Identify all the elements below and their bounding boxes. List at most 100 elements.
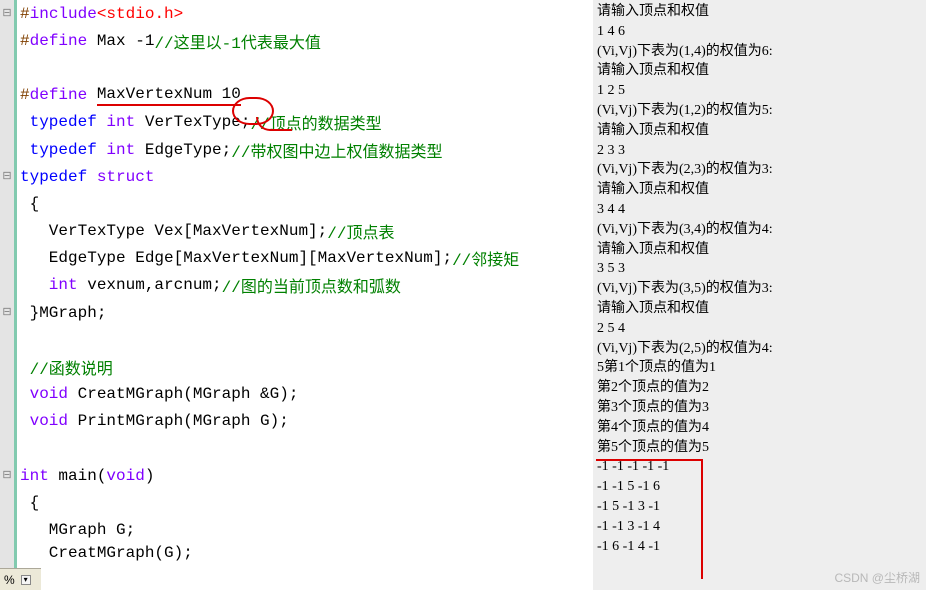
code-line[interactable]: typedef struct [16,163,593,190]
code-text: VerTexType; [135,113,250,131]
output-line: 3 4 4 [597,200,922,220]
code-line[interactable]: { [16,489,593,516]
code-line[interactable]: CreatMGraph(G); [16,544,593,562]
type: void [20,385,68,403]
output-line: 请输入顶点和权值 [597,2,922,22]
code-text: vexnum,arcnum; [78,276,222,294]
dropdown-icon[interactable]: ▾ [21,575,31,585]
code-line[interactable]: VerTexType Vex[MaxVertexNum];//顶点表 [16,218,593,245]
output-line: -1 -1 3 -1 4 [597,517,922,537]
output-line: 第4个顶点的值为4 [597,418,922,438]
code-line[interactable]: typedef int VerTexType;//顶点的数据类型 [16,109,593,136]
output-line: 第2个顶点的值为2 [597,378,922,398]
output-line: 请输入顶点和权值 [597,299,922,319]
status-percent: % [4,573,15,587]
code-text: CreatMGraph(MGraph &G); [68,385,298,403]
type: int [20,276,78,294]
output-line: 1 4 6 [597,22,922,42]
include-kw: include [30,5,97,23]
output-line: 2 3 3 [597,141,922,161]
keyword: typedef [20,141,106,159]
type: struct [97,168,155,186]
output-line: 第3个顶点的值为3 [597,398,922,418]
comment: //这里以-1代表最大值 [154,29,320,53]
code-line[interactable]: typedef int EdgeType;//带权图中边上权值数据类型 [16,136,593,163]
comment: //邻接矩 [452,246,519,270]
console-output-pane[interactable]: 请输入顶点和权值 1 4 6 (Vi,Vj)下表为(1,4)的权值为6: 请输入… [593,0,926,590]
output-line: -1 -1 5 -1 6 [597,477,922,497]
code-text: ) [145,467,155,485]
code-text: EdgeType; [135,141,231,159]
code-body[interactable]: #include<stdio.h> #define Max -1//这里以-1代… [14,0,593,590]
code-text: MGraph G; [20,521,135,539]
type: int [106,113,135,131]
fold-toggle[interactable]: ⊟ [0,163,14,190]
fold-bar [14,0,17,590]
output-line: 请输入顶点和权值 [597,121,922,141]
fold-toggle[interactable]: ⊟ [0,299,14,326]
type: void [106,467,144,485]
code-text: PrintMGraph(MGraph G); [68,412,289,430]
keyword: typedef [20,113,106,131]
output-line: (Vi,Vj)下表为(2,3)的权值为3: [597,160,922,180]
code-text-underlined: MaxVertexNum 10 [97,85,241,106]
comment: //图的当前顶点数和弧数 [222,273,401,297]
comment: //顶点表 [327,219,394,243]
code-line[interactable]: #define MaxVertexNum 10 [16,82,593,109]
watermark: CSDN @尘桥湖 [834,569,920,586]
code-line[interactable]: void CreatMGraph(MGraph &G); [16,381,593,408]
keyword: typedef [20,168,97,186]
code-line[interactable]: //函数说明 [16,353,593,380]
output-line: -1 6 -1 4 -1 [597,537,922,557]
fold-toggle[interactable]: ⊟ [0,462,14,489]
output-line: (Vi,Vj)下表为(1,2)的权值为5: [597,101,922,121]
output-line: 2 5 4 [597,319,922,339]
type: void [20,412,68,430]
code-text: { [20,494,39,512]
define-kw: define [30,32,88,50]
output-line: 3 5 3 [597,259,922,279]
type: int [106,141,135,159]
output-line: 1 2 5 [597,81,922,101]
code-text: VerTexType Vex[MaxVertexNum]; [20,222,327,240]
fold-gutter[interactable]: ⊟ ⊟ ⊟ ⊟ [0,0,14,590]
code-line[interactable]: #include<stdio.h> [16,0,593,27]
code-text: Max -1 [87,32,154,50]
type: int [20,467,49,485]
fold-toggle[interactable]: ⊟ [0,0,14,27]
annotation-matrix-border-right [701,459,703,579]
output-line: (Vi,Vj)下表为(1,4)的权值为6: [597,42,922,62]
code-text: }MGraph; [20,304,106,322]
output-line: 5第1个顶点的值为1 [597,358,922,378]
code-line[interactable]: #define Max -1//这里以-1代表最大值 [16,27,593,54]
code-line[interactable] [16,326,593,353]
pp: # [20,5,30,23]
output-line: (Vi,Vj)下表为(3,4)的权值为4: [597,220,922,240]
pp: # [20,86,30,104]
code-line[interactable]: }MGraph; [16,299,593,326]
code-line[interactable]: int vexnum,arcnum;//图的当前顶点数和弧数 [16,272,593,299]
code-text: { [20,195,39,213]
code-line[interactable]: { [16,190,593,217]
code-line[interactable]: EdgeType Edge[MaxVertexNum][MaxVertexNum… [16,245,593,272]
code-line[interactable] [16,54,593,81]
output-line: (Vi,Vj)下表为(3,5)的权值为3: [597,279,922,299]
code-text [87,86,97,104]
code-line[interactable]: int main(void) [16,462,593,489]
pp: # [20,32,30,50]
output-line: (Vi,Vj)下表为(2,5)的权值为4: [597,339,922,359]
code-line[interactable]: MGraph G; [16,517,593,544]
define-kw: define [30,86,88,104]
code-line[interactable] [16,435,593,462]
include-header: <stdio.h> [97,5,183,23]
code-editor-pane[interactable]: ⊟ ⊟ ⊟ ⊟ #include<stdio.h> #define Max -1… [0,0,593,590]
main-container: ⊟ ⊟ ⊟ ⊟ #include<stdio.h> #define Max -1… [0,0,926,590]
status-bar: % ▾ [0,568,41,590]
comment: //带权图中边上权值数据类型 [231,138,442,162]
code-line[interactable]: void PrintMGraph(MGraph G); [16,408,593,435]
code-text: main( [49,467,107,485]
code-text: CreatMGraph(G); [20,544,193,562]
comment: //函数说明 [20,355,113,379]
output-line: -1 5 -1 3 -1 [597,497,922,517]
output-line: 第5个顶点的值为5 [597,438,922,458]
